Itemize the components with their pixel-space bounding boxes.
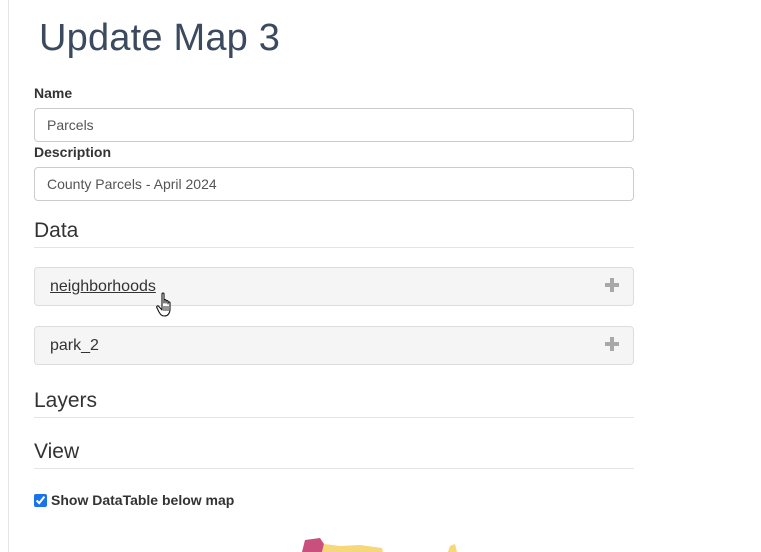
- map-preview: [302, 538, 457, 552]
- name-input[interactable]: [34, 108, 634, 142]
- hand-pointer-icon: [156, 292, 171, 317]
- data-item-neighborhoods[interactable]: neighborhoods: [34, 267, 634, 306]
- show-datatable-checkbox[interactable]: [34, 493, 47, 507]
- data-item-label[interactable]: park_2: [50, 336, 99, 356]
- section-heading-view: View: [34, 439, 634, 469]
- show-datatable-label[interactable]: Show DataTable below map: [51, 492, 234, 508]
- description-label: Description: [34, 144, 112, 160]
- section-heading-layers: Layers: [34, 388, 634, 418]
- data-item-label[interactable]: neighborhoods: [50, 277, 156, 297]
- plus-icon[interactable]: [605, 337, 619, 351]
- show-datatable-option[interactable]: Show DataTable below map: [34, 490, 234, 510]
- data-item-park-2[interactable]: park_2: [34, 326, 634, 365]
- name-label: Name: [34, 85, 73, 101]
- page: Update Map 3 Name Description Data neigh…: [0, 0, 761, 552]
- page-title: Update Map 3: [39, 17, 281, 59]
- left-border: [8, 0, 9, 552]
- plus-icon[interactable]: [605, 278, 619, 292]
- section-heading-data: Data: [34, 218, 634, 248]
- description-input[interactable]: [34, 167, 634, 201]
